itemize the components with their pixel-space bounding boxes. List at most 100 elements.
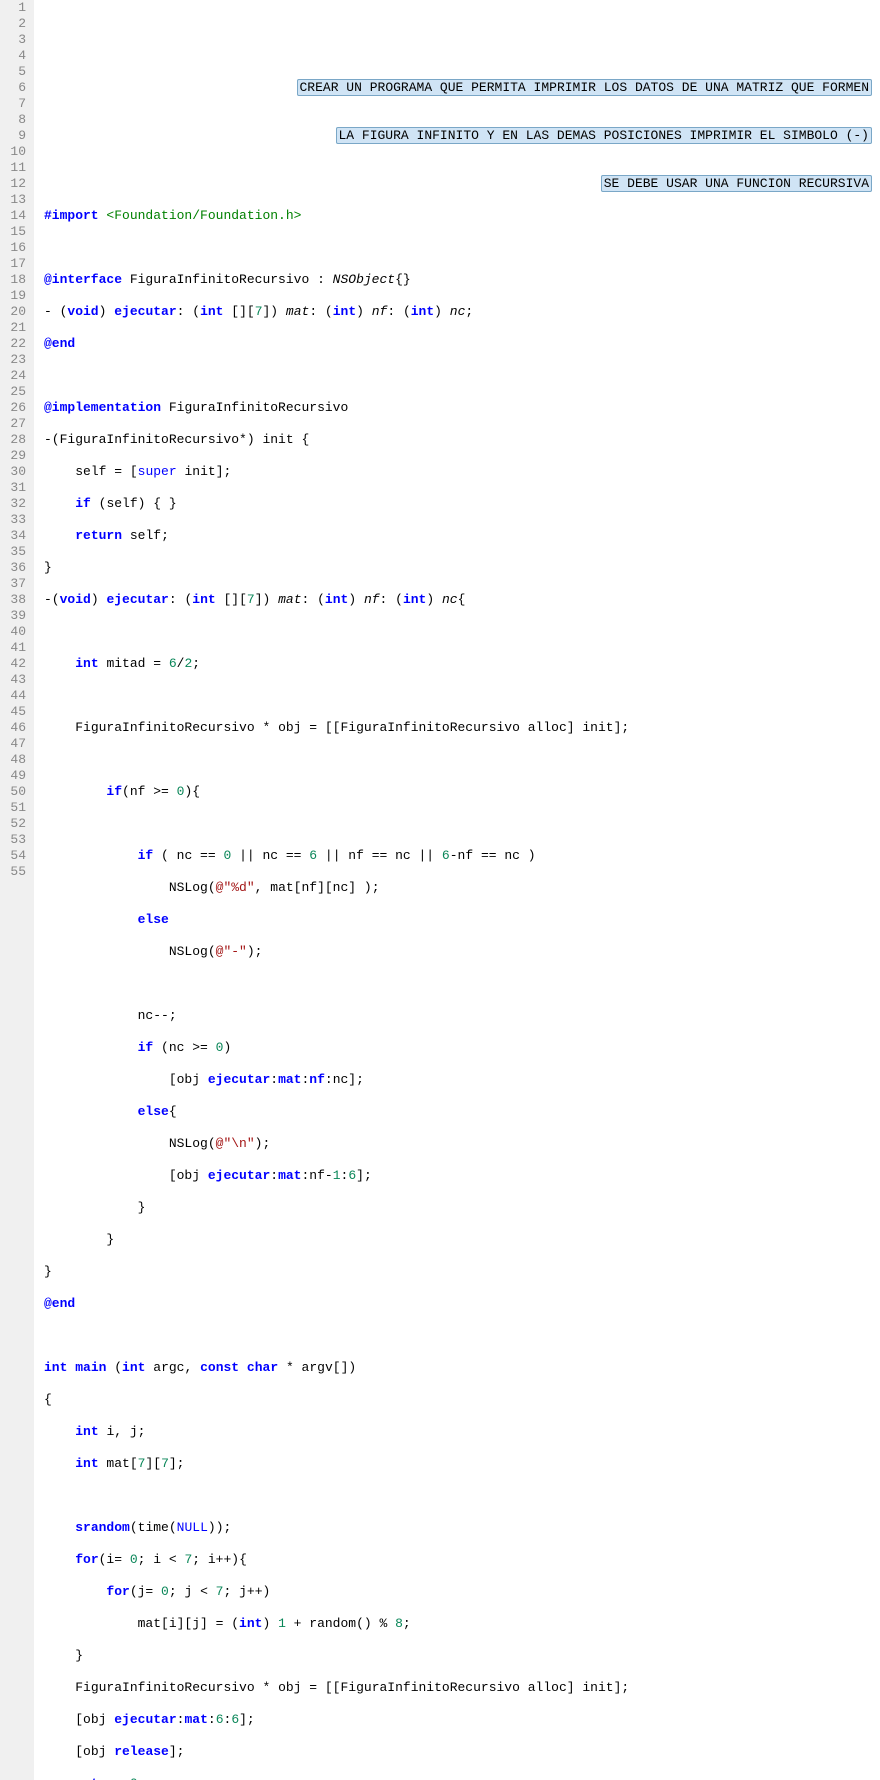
line-number: 53 xyxy=(4,832,26,848)
code-line: } xyxy=(44,1200,880,1216)
line-number: 24 xyxy=(4,368,26,384)
comment-line-3: SE DEBE USAR UNA FUNCION RECURSIVA xyxy=(601,175,872,192)
code-line: int i, j; xyxy=(44,1424,880,1440)
line-number: 9 xyxy=(4,128,26,144)
line-number: 28 xyxy=(4,432,26,448)
line-number: 25 xyxy=(4,384,26,400)
code-line xyxy=(44,976,880,992)
line-number: 33 xyxy=(4,512,26,528)
code-line: [obj ejecutar:mat:nf:nc]; xyxy=(44,1072,880,1088)
line-number: 49 xyxy=(4,768,26,784)
line-number: 44 xyxy=(4,688,26,704)
line-number: 4 xyxy=(4,48,26,64)
code-line xyxy=(44,1488,880,1504)
line-number: 50 xyxy=(4,784,26,800)
comment-line-1: CREAR UN PROGRAMA QUE PERMITA IMPRIMIR L… xyxy=(297,79,873,96)
line-number: 11 xyxy=(4,160,26,176)
code-area: tutorias.co CREAR UN PROGRAMA QUE PERMIT… xyxy=(34,0,880,1780)
line-number: 43 xyxy=(4,672,26,688)
code-line: @end xyxy=(44,1296,880,1312)
code-line: else{ xyxy=(44,1104,880,1120)
code-line: -(FiguraInfinitoRecursivo*) init { xyxy=(44,432,880,448)
code-line: NSLog(@"%d", mat[nf][nc] ); xyxy=(44,880,880,896)
code-line: srandom(time(NULL)); xyxy=(44,1520,880,1536)
line-number: 3 xyxy=(4,32,26,48)
line-number: 52 xyxy=(4,816,26,832)
comment-line-2: LA FIGURA INFINITO Y EN LAS DEMAS POSICI… xyxy=(336,127,873,144)
line-number: 38 xyxy=(4,592,26,608)
code-line xyxy=(44,368,880,384)
code-line: self = [super init]; xyxy=(44,464,880,480)
code-line: } xyxy=(44,560,880,576)
code-line: { xyxy=(44,1392,880,1408)
code-line: [obj ejecutar:mat:6:6]; xyxy=(44,1712,880,1728)
code-line: -(void) ejecutar: (int [][7]) mat: (int)… xyxy=(44,592,880,608)
line-number: 13 xyxy=(4,192,26,208)
line-number: 20 xyxy=(4,304,26,320)
line-number: 35 xyxy=(4,544,26,560)
header-comment: CREAR UN PROGRAMA QUE PERMITA IMPRIMIR L… xyxy=(297,48,873,224)
line-number: 15 xyxy=(4,224,26,240)
line-number: 14 xyxy=(4,208,26,224)
code-line: NSLog(@"-"); xyxy=(44,944,880,960)
code-line: return 0; xyxy=(44,1776,880,1780)
code-line: } xyxy=(44,1264,880,1280)
code-line: NSLog(@"\n"); xyxy=(44,1136,880,1152)
line-number: 7 xyxy=(4,96,26,112)
line-number: 16 xyxy=(4,240,26,256)
line-number: 18 xyxy=(4,272,26,288)
line-number: 21 xyxy=(4,320,26,336)
code-line: @implementation FiguraInfinitoRecursivo xyxy=(44,400,880,416)
code-line: - (void) ejecutar: (int [][7]) mat: (int… xyxy=(44,304,880,320)
code-line: if ( nc == 0 || nc == 6 || nf == nc || 6… xyxy=(44,848,880,864)
code-line: FiguraInfinitoRecursivo * obj = [[Figura… xyxy=(44,1680,880,1696)
code-line: if(nf >= 0){ xyxy=(44,784,880,800)
code-line: @interface FiguraInfinitoRecursivo : NSO… xyxy=(44,272,880,288)
code-line: if (nc >= 0) xyxy=(44,1040,880,1056)
line-number: 54 xyxy=(4,848,26,864)
line-number: 55 xyxy=(4,864,26,880)
line-number: 22 xyxy=(4,336,26,352)
code-line: mat[i][j] = (int) 1 + random() % 8; xyxy=(44,1616,880,1632)
code-line: @end xyxy=(44,336,880,352)
line-number: 27 xyxy=(4,416,26,432)
line-number: 2 xyxy=(4,16,26,32)
code-line: for(i= 0; i < 7; i++){ xyxy=(44,1552,880,1568)
code-line: FiguraInfinitoRecursivo * obj = [[Figura… xyxy=(44,720,880,736)
line-number: 41 xyxy=(4,640,26,656)
code-line: if (self) { } xyxy=(44,496,880,512)
code-line: int main (int argc, const char * argv[]) xyxy=(44,1360,880,1376)
code-line: nc--; xyxy=(44,1008,880,1024)
code-line: } xyxy=(44,1232,880,1248)
line-number: 29 xyxy=(4,448,26,464)
code-line xyxy=(44,240,880,256)
line-number: 1 xyxy=(4,0,26,16)
line-number: 39 xyxy=(4,608,26,624)
code-line: [obj ejecutar:mat:nf-1:6]; xyxy=(44,1168,880,1184)
code-line xyxy=(44,752,880,768)
code-line: [obj release]; xyxy=(44,1744,880,1760)
line-number: 30 xyxy=(4,464,26,480)
line-number: 36 xyxy=(4,560,26,576)
line-number: 26 xyxy=(4,400,26,416)
line-number: 34 xyxy=(4,528,26,544)
line-number: 45 xyxy=(4,704,26,720)
code-editor: 1234567891011121314151617181920212223242… xyxy=(0,0,880,1780)
code-line xyxy=(44,1328,880,1344)
line-number: 17 xyxy=(4,256,26,272)
code-line: int mitad = 6/2; xyxy=(44,656,880,672)
line-number-gutter: 1234567891011121314151617181920212223242… xyxy=(0,0,34,1780)
line-number: 6 xyxy=(4,80,26,96)
line-number: 19 xyxy=(4,288,26,304)
code-line xyxy=(44,688,880,704)
code-line: } xyxy=(44,1648,880,1664)
line-number: 31 xyxy=(4,480,26,496)
code-line: else xyxy=(44,912,880,928)
code-line: return self; xyxy=(44,528,880,544)
line-number: 46 xyxy=(4,720,26,736)
line-number: 47 xyxy=(4,736,26,752)
code-line xyxy=(44,624,880,640)
line-number: 48 xyxy=(4,752,26,768)
line-number: 51 xyxy=(4,800,26,816)
code-line xyxy=(44,816,880,832)
